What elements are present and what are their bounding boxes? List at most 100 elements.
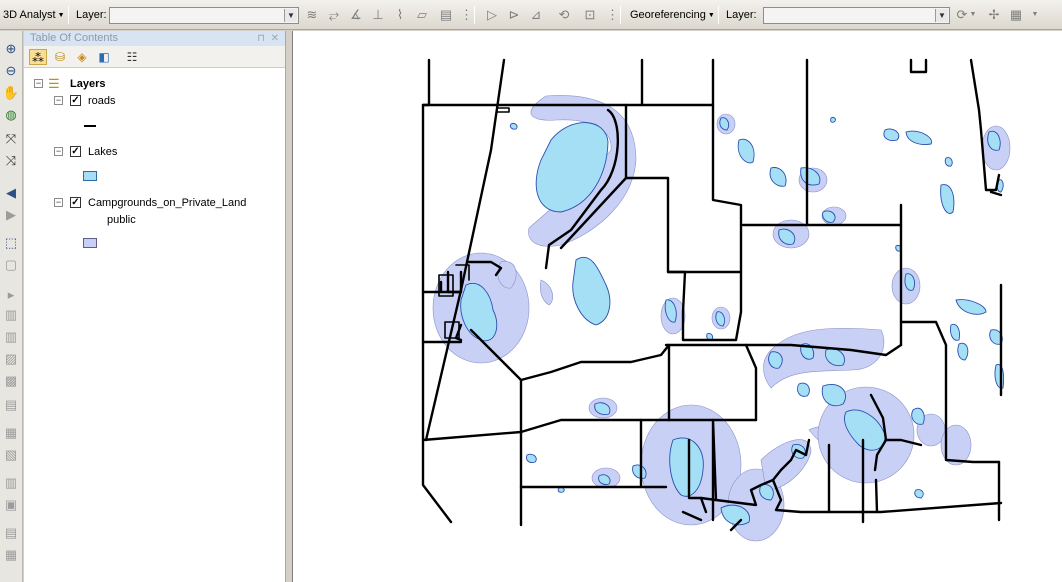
lake	[944, 157, 953, 167]
view-link-table-icon[interactable]: ⊿	[528, 7, 544, 23]
roads-visibility-checkbox[interactable]: ✓	[70, 95, 81, 106]
table-of-contents: Table Of Contents ⊓ ✕ ⁂ ⛁ ◈ ◧ ☷ − ☰ Laye…	[24, 31, 286, 582]
close-icon[interactable]: ✕	[271, 33, 279, 44]
toolbar-options-icon[interactable]: ▼	[1030, 7, 1040, 23]
edit-pointer-icon[interactable]: ▷	[484, 7, 500, 23]
lake	[957, 342, 969, 361]
georef-tool-icon[interactable]: ▦	[2, 547, 20, 563]
clear-selection-icon[interactable]: ▢	[2, 257, 20, 273]
campgrounds-visibility-checkbox[interactable]: ✓	[70, 197, 81, 208]
lake	[821, 384, 846, 407]
pin-icon[interactable]: ⊓	[257, 33, 265, 44]
georef-tool-icon[interactable]: ▤	[2, 397, 20, 413]
list-by-selection-icon[interactable]: ◧	[95, 49, 113, 65]
road	[874, 478, 879, 514]
georef-tool-icon[interactable]: ▩	[2, 373, 20, 389]
georeferencing-menu[interactable]: Georeferencing ▼	[630, 9, 715, 21]
lake	[768, 351, 783, 369]
georef-tool-icon[interactable]: ▧	[2, 447, 20, 463]
toolbar-separator	[68, 6, 69, 24]
collapse-lakes-toggle[interactable]: −	[54, 147, 63, 156]
lake	[914, 489, 924, 499]
layers-root-label[interactable]: Layers	[70, 78, 105, 90]
interpolate-polygon-icon[interactable]: ▱	[414, 7, 430, 23]
back-extent-icon[interactable]: ◀	[2, 185, 20, 201]
link-table-icon[interactable]: ▦	[1008, 7, 1024, 23]
add-control-points-icon[interactable]: ⊳	[506, 7, 522, 23]
toolbar-options-icon[interactable]: ⋮	[606, 7, 619, 23]
road	[424, 58, 506, 442]
lake	[883, 128, 900, 141]
georef-tool-icon[interactable]: ▥	[2, 307, 20, 323]
select-features-icon[interactable]: ⬚	[2, 235, 20, 251]
pan-icon[interactable]: ✋	[2, 85, 20, 101]
map-view[interactable]	[292, 31, 1062, 582]
lake	[830, 117, 836, 123]
zoom-out-icon[interactable]: ⊖	[2, 63, 20, 79]
forward-extent-icon[interactable]: ▶	[2, 207, 20, 223]
georef-tool-icon[interactable]: ▤	[2, 525, 20, 541]
fixed-zoom-out-icon[interactable]: ⤨	[2, 153, 20, 169]
lake	[509, 123, 518, 130]
georef-tool-icon[interactable]: ▨	[2, 351, 20, 367]
list-by-drawing-order-icon[interactable]: ⁂	[29, 49, 47, 65]
main-toolbar: 3D Analyst ▼ Layer: ▼ ≋ ⥂ ∡ ⊥ ⌇ ▱ ▤ ⋮ ▷ ⊳…	[0, 0, 1062, 30]
lake	[940, 184, 955, 214]
layer-name-campgrounds[interactable]: Campgrounds_on_Private_Land	[88, 197, 246, 209]
scale-icon[interactable]: ⊡	[582, 7, 598, 23]
layer-name-roads[interactable]: roads	[88, 95, 116, 107]
list-by-source-icon[interactable]: ⛁	[51, 49, 69, 65]
campgrounds-fill-symbol	[83, 238, 97, 248]
rotate-dropdown-icon[interactable]: ▼	[968, 7, 978, 23]
list-by-visibility-icon[interactable]: ◈	[73, 49, 91, 65]
chevron-down-icon: ▼	[284, 9, 297, 22]
toolbar-options-icon[interactable]: ⋮	[460, 7, 473, 23]
toc-title: Table Of Contents	[30, 32, 119, 44]
profile-icon[interactable]: ⊥	[370, 7, 386, 23]
georef-tool-icon[interactable]: ▥	[2, 329, 20, 345]
lake	[994, 364, 1005, 389]
layer-dropdown[interactable]: ▼	[109, 7, 299, 24]
interpolate-line-icon[interactable]: ⌇	[392, 7, 408, 23]
options-icon[interactable]: ☷	[123, 49, 141, 65]
georef-tool-icon[interactable]: ▥	[2, 475, 20, 491]
layer-name-lakes[interactable]: Lakes	[88, 146, 117, 158]
road	[909, 58, 928, 74]
roads-line-symbol	[84, 125, 96, 127]
georef-tool-icon[interactable]: ▦	[2, 425, 20, 441]
add-control-point-icon[interactable]: ✢	[986, 7, 1002, 23]
graph-icon[interactable]: ▤	[438, 7, 454, 23]
collapse-layers-toggle[interactable]: −	[34, 79, 43, 88]
identify-icon[interactable]: ▸	[2, 287, 20, 303]
tools-toolbar: ⊕ ⊖ ✋ ◍ ⤧ ⤨ ◀ ▶ ⬚ ▢ ▸ ▥ ▥ ▨ ▩ ▤ ▦ ▧ ▥ ▣ …	[0, 31, 23, 582]
zoom-in-icon[interactable]: ⊕	[2, 41, 20, 57]
campgrounds-class-label: public	[107, 214, 136, 226]
georef-layer-dropdown[interactable]: ▼	[763, 7, 950, 24]
chevron-down-icon: ▼	[935, 9, 948, 22]
toc-titlebar: Table Of Contents ⊓ ✕	[24, 31, 285, 46]
road	[771, 478, 1003, 514]
steepest-path-icon[interactable]: ⥂	[326, 7, 342, 23]
georef-tool-icon[interactable]: ▣	[2, 497, 20, 513]
lake	[796, 382, 810, 397]
road	[741, 223, 903, 347]
full-extent-icon[interactable]: ◍	[2, 107, 20, 123]
collapse-campgrounds-toggle[interactable]: −	[54, 198, 63, 207]
map-canvas[interactable]	[293, 31, 1062, 582]
lake	[769, 167, 787, 187]
campground-buffer	[539, 279, 554, 306]
collapse-roads-toggle[interactable]: −	[54, 96, 63, 105]
toolbar-separator	[718, 6, 719, 24]
fixed-zoom-in-icon[interactable]: ⤧	[2, 131, 20, 147]
toc-toolbar: ⁂ ⛁ ◈ ◧ ☷	[24, 46, 285, 68]
layers-group-icon: ☰	[48, 76, 60, 91]
line-of-sight-icon[interactable]: ∡	[348, 7, 364, 23]
lake	[526, 453, 537, 463]
3d-analyst-menu[interactable]: 3D Analyst ▼	[3, 9, 65, 21]
road	[496, 107, 510, 113]
lakes-visibility-checkbox[interactable]: ✓	[70, 146, 81, 157]
rotate-icon[interactable]: ⟲	[556, 7, 572, 23]
contour-icon[interactable]: ≋	[304, 7, 320, 23]
layer-label: Layer:	[76, 9, 107, 21]
toolbar-separator	[620, 6, 621, 24]
